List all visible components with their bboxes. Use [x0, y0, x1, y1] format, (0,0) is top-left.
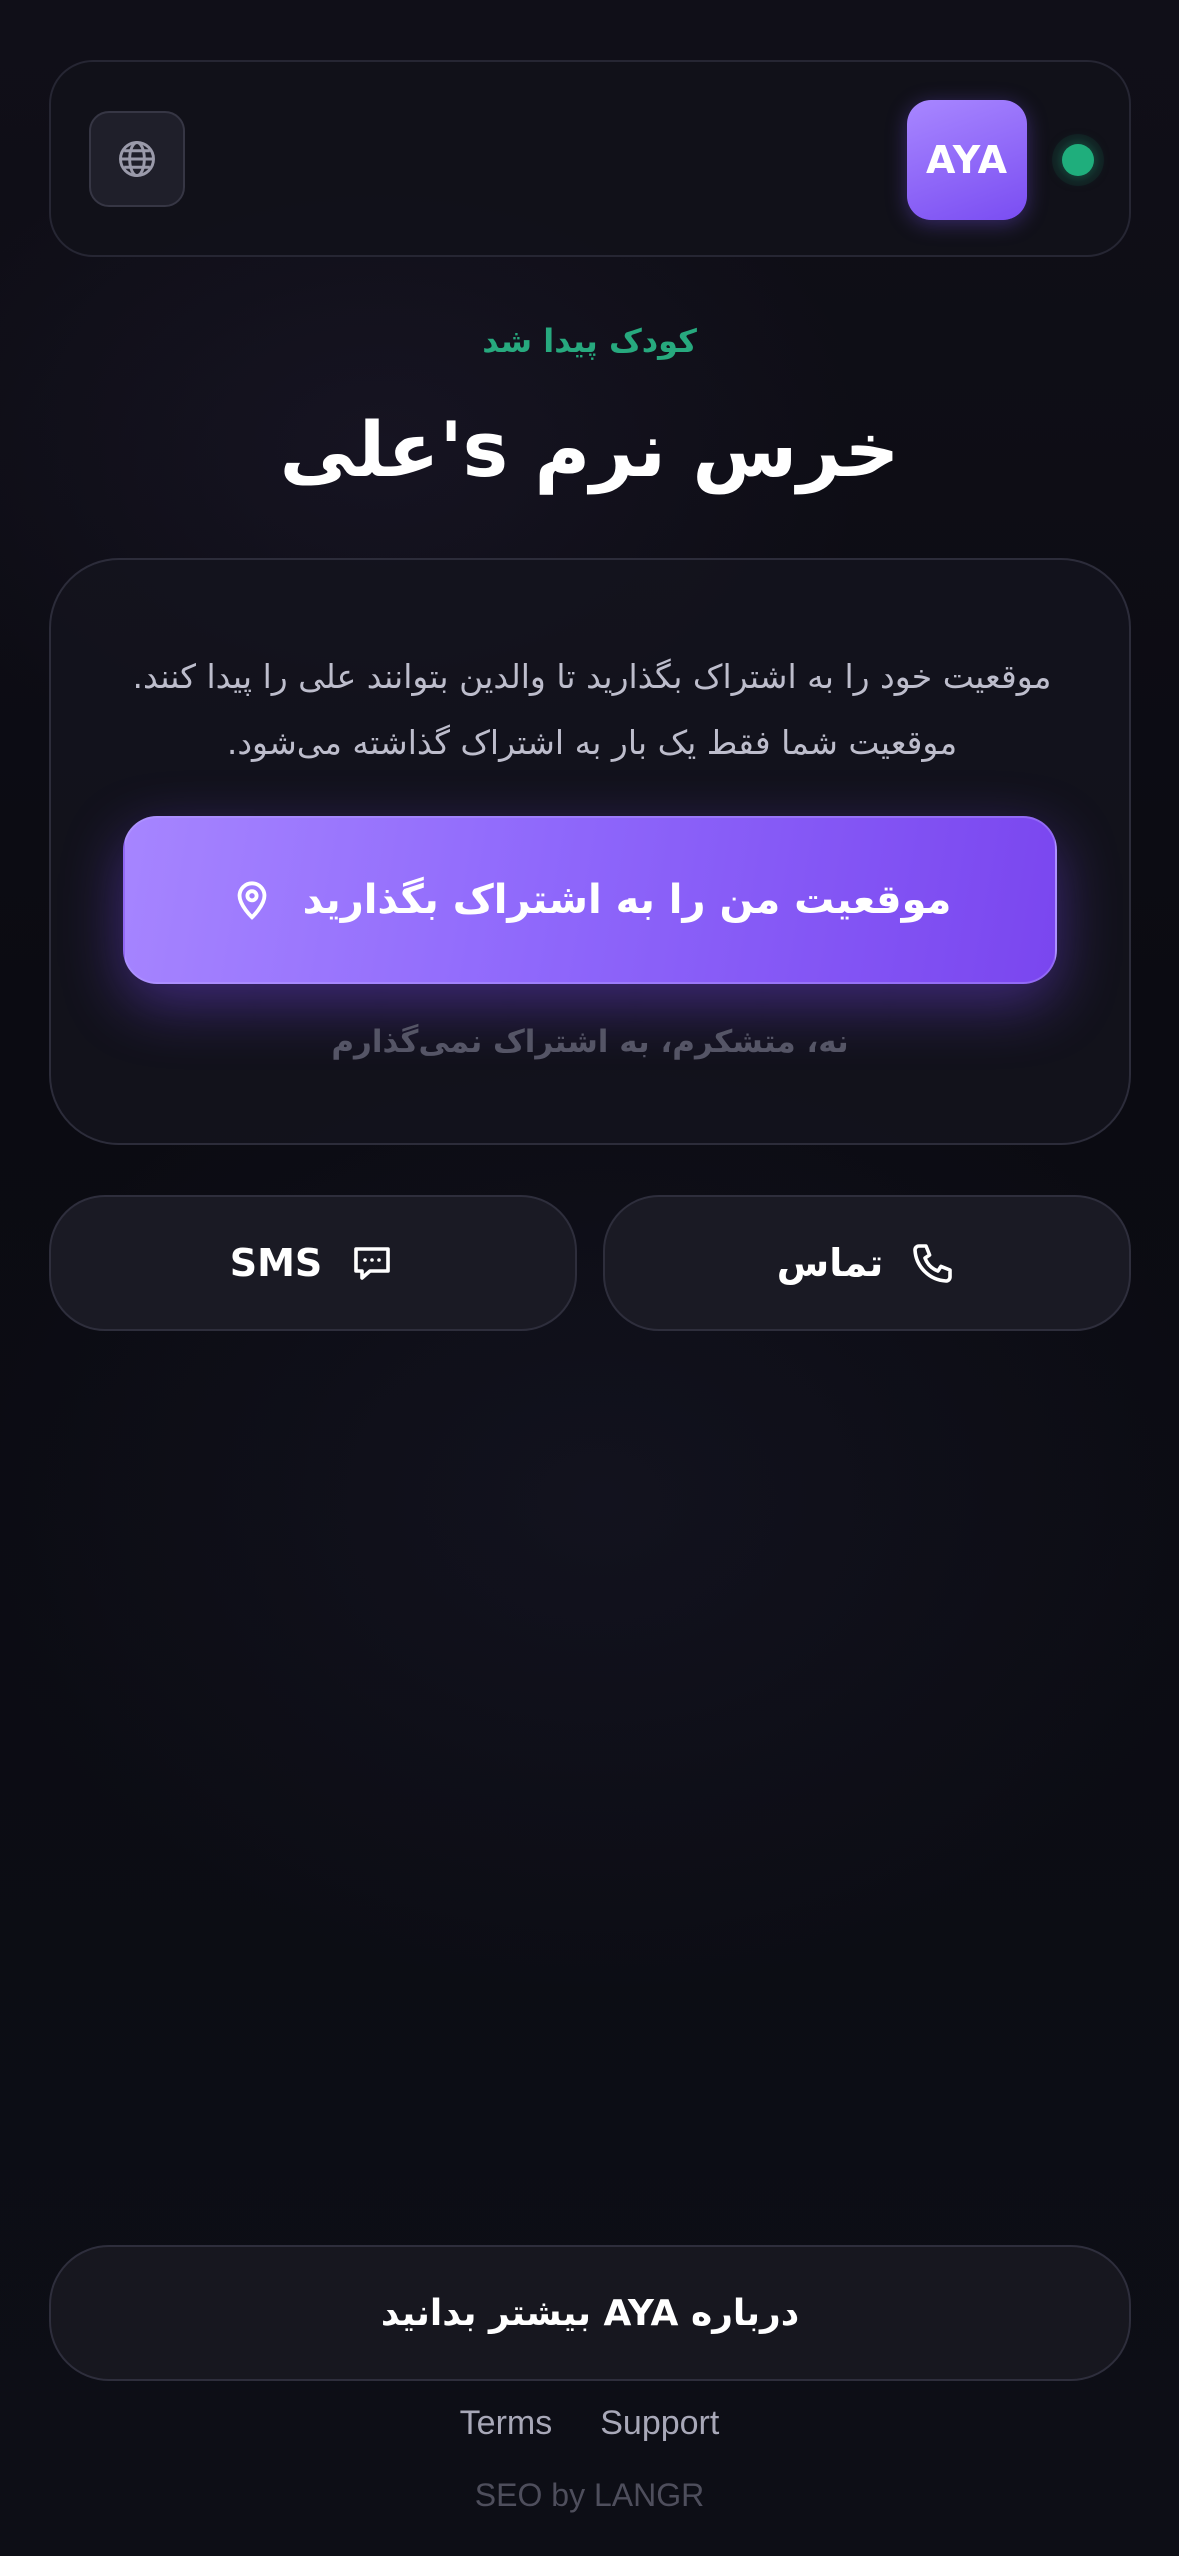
phone-icon	[909, 1239, 957, 1287]
share-location-card: موقعیت خود را به اشتراک بگذارید تا والدی…	[49, 558, 1131, 1145]
call-label: تماس	[776, 1241, 884, 1285]
header-bar: AYA	[49, 60, 1131, 257]
terms-link[interactable]: Terms	[460, 2404, 553, 2443]
support-link[interactable]: Support	[600, 2404, 719, 2443]
location-pin-icon	[229, 877, 275, 923]
chat-bubble-icon	[348, 1239, 396, 1287]
share-location-label: موقعیت من را به اشتراک بگذارید	[302, 877, 952, 923]
share-location-button[interactable]: موقعیت من را به اشتراک بگذارید	[123, 816, 1057, 984]
call-button[interactable]: تماس	[603, 1195, 1131, 1331]
aya-logo: AYA	[907, 100, 1027, 220]
page-title: علی's خرس نرم	[279, 405, 900, 494]
sms-button[interactable]: SMS	[49, 1195, 577, 1331]
page: AYA کودک پیدا شد علی's خرس نرم موقعیت خو…	[0, 0, 1179, 2556]
language-button[interactable]	[89, 111, 185, 207]
status-indicator	[1062, 144, 1094, 176]
globe-icon	[115, 137, 159, 181]
found-label: کودک پیدا شد	[482, 322, 697, 360]
seo-credit[interactable]: SEO by LANGR	[0, 2477, 1179, 2514]
learn-more-button[interactable]: درباره AYA بیشتر بدانید	[49, 2245, 1131, 2381]
footer-links: Terms Support	[0, 2404, 1179, 2443]
share-description: موقعیت خود را به اشتراک بگذارید تا والدی…	[132, 657, 1052, 762]
sms-label: SMS	[229, 1241, 323, 1285]
decline-link[interactable]: نه، متشکرم، به اشتراک نمی‌گذارم	[51, 1024, 1129, 1060]
